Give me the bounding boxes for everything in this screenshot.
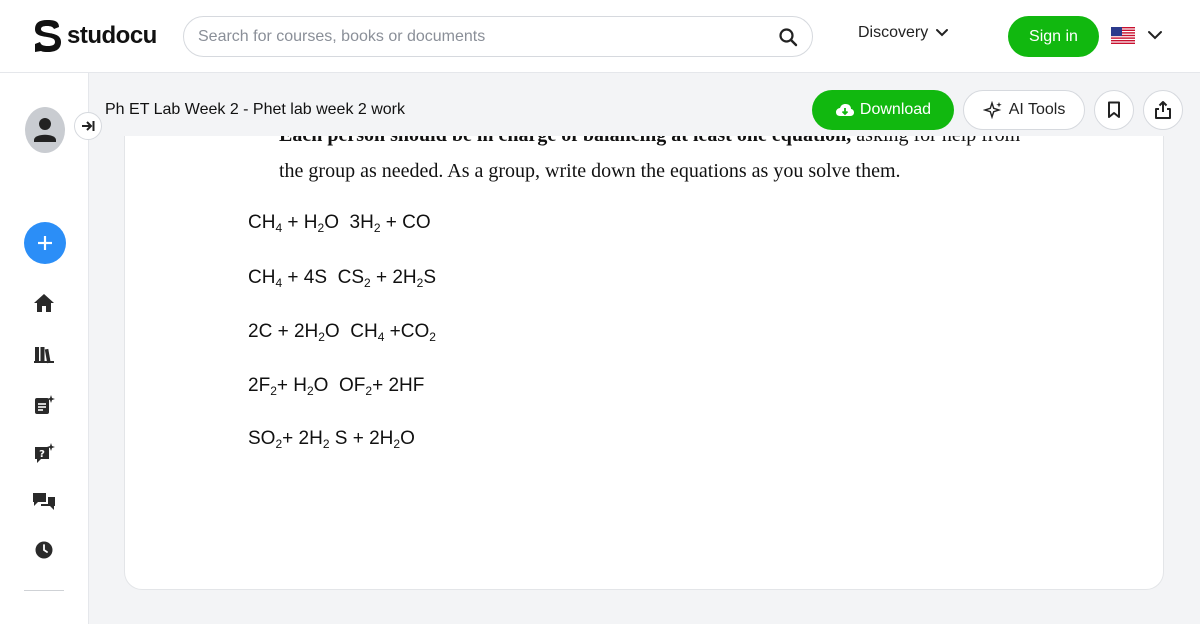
equation-text: + H (276, 375, 307, 396)
equation-text: 2C + 2H (248, 321, 319, 342)
download-label: Download (859, 101, 932, 118)
collapse-sidebar-button[interactable] (74, 112, 102, 140)
sidebar-item-ai-quiz[interactable]: ? (32, 441, 56, 465)
add-button[interactable] (24, 222, 66, 264)
document-text-rest: asking for help from (851, 136, 1020, 146)
discovery-label: Discovery (858, 24, 929, 41)
equation-text: O 3H (324, 212, 374, 233)
equation-subscript: 2 (429, 330, 436, 344)
sidebar-divider (24, 590, 64, 591)
sidebar-item-recent[interactable] (32, 538, 56, 562)
collapse-sidebar-icon (82, 121, 95, 131)
chat-icon (33, 493, 55, 510)
equation-1: CH4 + H2O 3H2 + CO (248, 212, 431, 234)
search-bar[interactable] (183, 16, 813, 57)
document-text-line-cut: Each person should be in charge of balan… (279, 136, 1020, 147)
home-icon (34, 294, 54, 312)
search-icon[interactable] (778, 27, 798, 47)
library-icon (34, 347, 54, 364)
sidebar-item-ai-notes[interactable] (32, 393, 56, 417)
equation-subscript: 2 (373, 221, 381, 235)
sign-in-button[interactable]: Sign in (1008, 16, 1099, 57)
equation-text: SO (248, 428, 276, 449)
sidebar-item-chat[interactable] (32, 489, 56, 513)
brand-name: studocu (67, 22, 157, 49)
save-button[interactable] (1094, 90, 1134, 130)
equation-2: CH4 + 4S CS2 + 2H2S (248, 267, 436, 289)
equation-subscript: 2 (364, 276, 371, 290)
equation-text: +CO (384, 321, 430, 342)
language-chevron-icon[interactable] (1147, 29, 1163, 41)
equation-subscript: 2 (322, 437, 330, 451)
equation-text: O OF (313, 375, 366, 396)
equation-5: SO2+ 2H2 S + 2H2O (248, 428, 415, 450)
chevron-down-icon (936, 29, 949, 37)
equation-text: + CO (380, 212, 431, 233)
equation-text: S (423, 267, 437, 288)
discovery-menu[interactable]: Discovery (858, 24, 949, 42)
document-page: Each person should be in charge of balan… (124, 136, 1164, 590)
equation-subscript: 2 (306, 384, 314, 398)
sidebar-item-home[interactable] (32, 291, 56, 315)
avatar[interactable] (25, 107, 65, 153)
equation-text: + 2HF (372, 375, 425, 396)
studocu-logo-icon (35, 20, 61, 52)
equation-subscript: 2 (270, 384, 277, 398)
plus-icon (38, 236, 52, 250)
clock-icon (35, 541, 53, 559)
cloud-download-icon (835, 104, 854, 116)
ai-quiz-icon: ? (35, 443, 55, 463)
equation-subscript: 2 (318, 330, 325, 344)
share-icon (1155, 101, 1171, 119)
ai-tools-label: AI Tools (1008, 101, 1066, 118)
user-icon (34, 118, 56, 142)
document-text-bold: Each person should be in charge of balan… (279, 136, 851, 146)
ai-notes-icon (35, 395, 55, 414)
equation-text: + H (282, 212, 318, 233)
equation-text: CH (248, 212, 276, 233)
equation-text: + 2H (282, 428, 323, 449)
bookmark-icon (1108, 101, 1120, 118)
download-button[interactable]: Download (812, 90, 954, 130)
equation-text: + 4S CS (282, 267, 364, 288)
studocu-logo[interactable]: studocu (32, 18, 157, 54)
sparkle-icon (982, 101, 1002, 119)
sidebar-item-library[interactable] (32, 343, 56, 367)
equation-text: S + 2H (329, 428, 394, 449)
search-input[interactable] (198, 27, 778, 46)
equation-text: + 2H (370, 267, 417, 288)
us-flag-icon[interactable] (1111, 27, 1135, 44)
share-button[interactable] (1143, 90, 1183, 130)
ai-tools-button[interactable]: AI Tools (963, 90, 1085, 130)
document-text-line: the group as needed. As a group, write d… (279, 160, 901, 182)
equation-text: CH (248, 267, 276, 288)
equation-text: O (400, 428, 415, 449)
equation-text: O CH (324, 321, 378, 342)
equation-text: 2F (248, 375, 271, 396)
equation-3: 2C + 2H2O CH4 +CO2 (248, 321, 436, 343)
equation-4: 2F2+ H2O OF2+ 2HF (248, 375, 424, 397)
document-title: Ph ET Lab Week 2 - Phet lab week 2 work (105, 101, 406, 118)
svg-text:?: ? (39, 449, 45, 460)
top-bar: studocu Discovery Sign in (0, 0, 1200, 73)
